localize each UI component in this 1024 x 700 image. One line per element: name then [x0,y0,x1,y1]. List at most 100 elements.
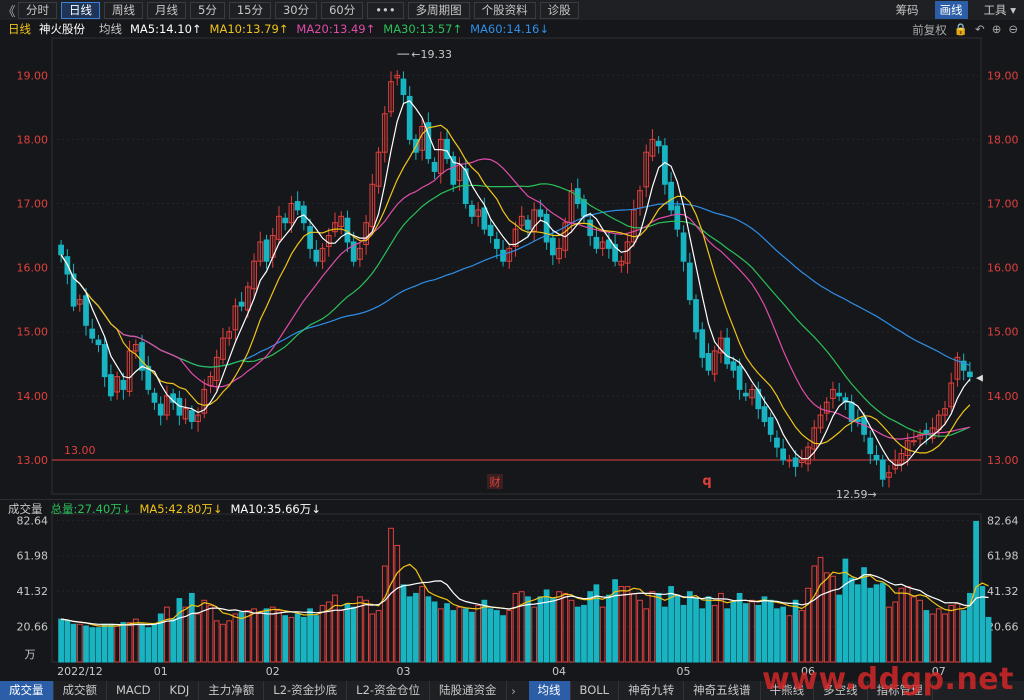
volume-bar [58,618,64,663]
tab-l2-bottom[interactable]: L2-资金抄底 [264,681,348,700]
candle-body [83,295,89,326]
candle-body [693,299,699,333]
candle-body [668,181,674,211]
volume-bar [879,582,886,663]
volume-bar [985,616,992,663]
kline-chart[interactable]: 19.00 19.00 18.00 18.00 17.00 17.00 16.00 16.00… [0,0,1024,681]
volume-bar [911,596,917,663]
candle-body [469,204,475,217]
tab-kdj[interactable]: KDJ [160,681,200,700]
volume-bar [624,586,631,663]
volume-bar [276,610,282,663]
volume-bar [917,599,923,663]
volume-bar [170,618,177,663]
volume-bar [500,615,506,663]
volume-bar [207,604,214,663]
volume-bar [730,601,737,663]
volume-bar [195,613,201,663]
candle-body [774,437,780,448]
volume-bar [774,608,780,663]
tab-turnover[interactable]: 成交额 [54,681,107,700]
tab-hk-connect[interactable]: 陆股通资金 [430,681,507,700]
volume-bar [599,606,606,663]
candle-body [836,392,843,397]
candle-body [238,301,245,307]
chevron-right-icon[interactable]: › [507,684,521,698]
volume-bar [886,606,892,663]
tab-macd[interactable]: MACD [107,681,161,700]
candle-body [431,161,438,172]
volume-bar [263,608,270,663]
price-tick-right-0: 19.00 [987,69,1019,82]
tab-boll[interactable]: BOLL [571,681,620,700]
candle-body [188,410,195,422]
volume-bar [581,604,587,663]
volume-bar [718,592,724,663]
candle-body [736,365,743,390]
volume-bar [537,596,544,663]
volume-bar [873,584,880,663]
tab-l2-position[interactable]: L2-资金仓位 [347,681,431,700]
volume-bar [437,608,444,663]
volume-tick-left-2: 41.32 [17,585,49,598]
volume-bar [811,565,818,663]
volume-bar [693,598,699,663]
candle-body [537,209,544,217]
tab-magic-nine[interactable]: 神奇九转 [619,681,685,700]
volume-bar [630,592,637,663]
candle-body [525,219,531,230]
volume-bar [95,627,102,663]
volume-bar [568,599,575,663]
volume-bar [823,572,830,663]
volume-bar [767,599,774,663]
volume-bar [301,616,307,663]
volume-bar [755,604,762,663]
candle-body [313,249,320,262]
price-tick-left-2: 17.00 [17,197,49,210]
tab-magic-five[interactable]: 神奇五线谱 [684,681,761,700]
volume-bar [805,587,811,663]
volume-bar [531,606,538,663]
volume-bar [848,577,855,663]
volume-bar [867,587,874,663]
tab-ma[interactable]: 均线 [528,681,571,700]
volume-bar [456,606,463,663]
price-tick-right-1: 18.00 [987,133,1019,146]
volume-bar [419,586,425,663]
volume-bar [120,622,127,663]
volume-bar [108,623,114,663]
volume-bar [406,596,413,663]
volume-bar [76,623,83,663]
x-label-0: 2022/12 [57,665,103,678]
candle-body [680,232,687,262]
volume-bar [724,608,730,663]
candle-body [742,392,749,397]
tab-main-net[interactable]: 主力净额 [199,681,265,700]
volume-bar [132,618,139,663]
volume-bar [948,604,955,663]
volume-bar [562,592,569,663]
volume-bar [244,610,251,663]
volume-bar [450,610,457,663]
marker-q: q [702,474,711,489]
volume-bar [923,610,930,663]
candle-body [307,226,313,249]
volume-bar [363,599,369,663]
volume-bar [381,565,388,663]
volume-bar [817,556,824,663]
volume-bar [89,627,96,663]
candle-body [400,78,407,95]
candle-body [282,217,289,224]
price-reference-label: 13.00 [64,444,96,457]
watermark-logo: www.ddgp.net [762,662,1014,697]
volume-bar [674,594,681,663]
volume-bar [338,610,345,663]
tab-volume[interactable]: 成交量 [0,681,54,700]
volume-bar [842,558,849,663]
volume-tick-left-3: 20.66 [17,621,49,634]
x-label-5: 05 [677,665,691,678]
candle-body [95,339,102,346]
volume-bar [319,604,326,663]
volume-bar [798,610,805,663]
price-tick-right-5: 14.00 [987,390,1019,403]
